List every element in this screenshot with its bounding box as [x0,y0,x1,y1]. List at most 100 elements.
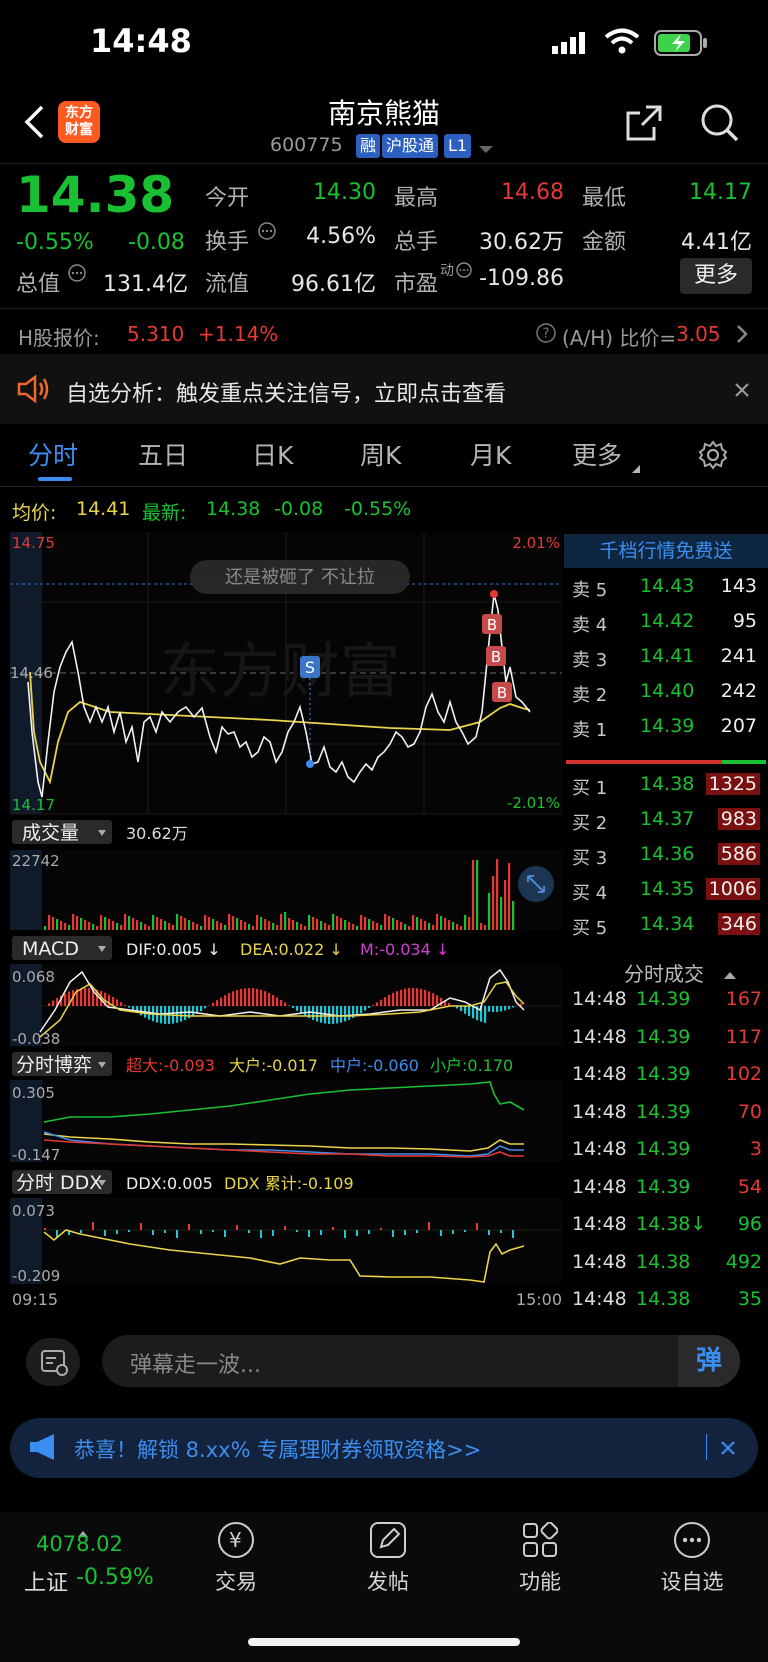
macd-bar [432,993,435,1006]
tick-time: 14:48 [572,1025,627,1048]
chevron-down-icon[interactable] [478,140,494,159]
asks-row[interactable]: 卖 3 14.41 241 [564,642,768,672]
chevron-right-icon[interactable] [736,324,748,348]
tab-more[interactable]: 更多 [572,436,622,472]
tick-price: 14.38↓ [636,1213,707,1235]
tab-underline [38,477,72,481]
volume-bar [140,922,143,930]
macd-bar [388,994,391,1006]
tab-weekly-k[interactable]: 周K [360,436,401,472]
nav-add-watchlist[interactable]: 设自选 [642,1522,742,1596]
volume-bar [276,925,279,930]
bids-row[interactable]: 买 5 14.34 346 [564,910,768,940]
tick-price: 14.38 [636,1288,691,1310]
ddx-bar [272,1230,274,1236]
tab-five-day[interactable]: 五日 [138,436,188,472]
more-dots-icon [674,1522,710,1558]
volume-bar [380,925,383,930]
index-name[interactable]: 上证 [24,1565,68,1597]
index-pct[interactable]: -0.59% [76,1565,154,1590]
macd-bar [372,1005,375,1006]
time-end: 15:00 [516,1290,562,1309]
promo-banner[interactable]: 千档行情免费送 [564,534,768,568]
asks-row[interactable]: 卖 1 14.39 207 [564,712,768,742]
asks-row[interactable]: 卖 2 14.40 242 [564,677,768,707]
macd-bar [464,1006,467,1014]
index-value[interactable]: 4078.02 [36,1532,123,1556]
tick-row: 14:48 14.38 35 [572,1288,768,1318]
tick-row: 14:48 14.39 167 [572,988,768,1018]
bids-row[interactable]: 买 2 14.37 983 [564,805,768,835]
more-button[interactable]: 更多 [680,258,752,294]
macd-label[interactable]: MACD [22,938,79,960]
hshare-change: +1.14% [198,322,279,346]
latest-pct: -0.55% [344,498,412,520]
megaphone-icon [28,1432,60,1466]
macd-dif: DIF:0.005 ↓ [126,940,221,959]
volume-bar [188,920,191,930]
volume-bar [344,920,347,930]
ddx-bar [512,1230,514,1238]
intraday-chart[interactable]: 东方财富 S B B B 还是被砸了 不让拉 14.75 14.46 14.17… [10,532,562,1312]
ddx-bar [176,1230,178,1238]
tab-intraday[interactable]: 分时 [28,436,78,472]
info-icon[interactable] [68,264,86,286]
nav-function[interactable]: 功能 [490,1522,590,1596]
ddx-bar [344,1230,346,1238]
ad-text[interactable]: 恭喜！解锁 8.xx% 专属理财券领取资格>> [74,1434,481,1464]
volume-bar [176,914,179,930]
tick-price: 14.38 [636,1250,691,1273]
asks-row[interactable]: 卖 4 14.42 95 [564,607,768,637]
volume-bar [220,923,223,930]
ddx-bar [104,1230,106,1236]
bids-row[interactable]: 买 4 14.35 1006 [564,875,768,905]
macd-bar [404,988,407,1006]
close-icon[interactable] [720,1440,736,1460]
info-icon[interactable] [258,222,276,244]
nav-post[interactable]: 发帖 [338,1522,438,1596]
macd-bar [220,997,223,1006]
amount-value: 4.41亿 [681,230,752,255]
ddx-label[interactable]: 分时 DDX [16,1172,102,1194]
asks-row[interactable]: 卖 5 14.43 143 [564,572,768,602]
game-small: 小户:0.170 [430,1056,513,1075]
volume-indicator-label[interactable]: 成交量 [22,822,79,844]
macd-bar [440,997,443,1006]
ticks-title[interactable]: 分时成交 [624,958,704,987]
svg-text:S: S [305,658,315,677]
comment-list-icon[interactable] [26,1338,80,1386]
macd-bar [504,1006,507,1011]
nav-trade[interactable]: ¥ 交易 [186,1522,286,1596]
volume-value: 30.62万 [479,230,564,255]
ddx-bar [80,1230,82,1233]
ah-value: 3.05 [676,322,721,346]
volume-bar [300,924,303,930]
wifi-icon [604,28,640,58]
tab-daily-k[interactable]: 日K [252,436,293,472]
bids-row[interactable]: 买 3 14.36 586 [564,840,768,870]
chevron-up-icon[interactable] [724,964,736,983]
macd-dea: DEA:0.022 ↓ [240,940,343,959]
ddx-bar [260,1230,262,1238]
volume-bar [408,926,411,930]
volume-bar [72,914,75,930]
bids-row[interactable]: 买 1 14.38 1325 [564,770,768,800]
tab-monthly-k[interactable]: 月K [470,436,511,472]
help-icon[interactable]: ? [536,323,556,347]
game-label[interactable]: 分时博弈 [16,1054,92,1076]
game-super: 超大:-0.093 [126,1056,215,1075]
ddx-top: 0.073 [12,1202,55,1220]
danmaku-send-button[interactable]: 弹 [678,1335,740,1387]
volume-bar [200,926,203,930]
macd-bar [416,988,419,1006]
volume-bar [388,916,391,930]
notice-text[interactable]: 自选分析：触发重点关注信号，立即点击查看 [66,376,506,408]
close-icon[interactable] [734,382,750,402]
share-icon[interactable] [624,103,664,147]
volume-bar [400,922,403,930]
volume-bar [208,917,211,930]
macd-bar [240,988,243,1006]
search-icon[interactable] [700,103,740,147]
gear-icon[interactable] [698,440,728,474]
ddx-sum: DDX 累计:-0.109 [224,1174,354,1193]
